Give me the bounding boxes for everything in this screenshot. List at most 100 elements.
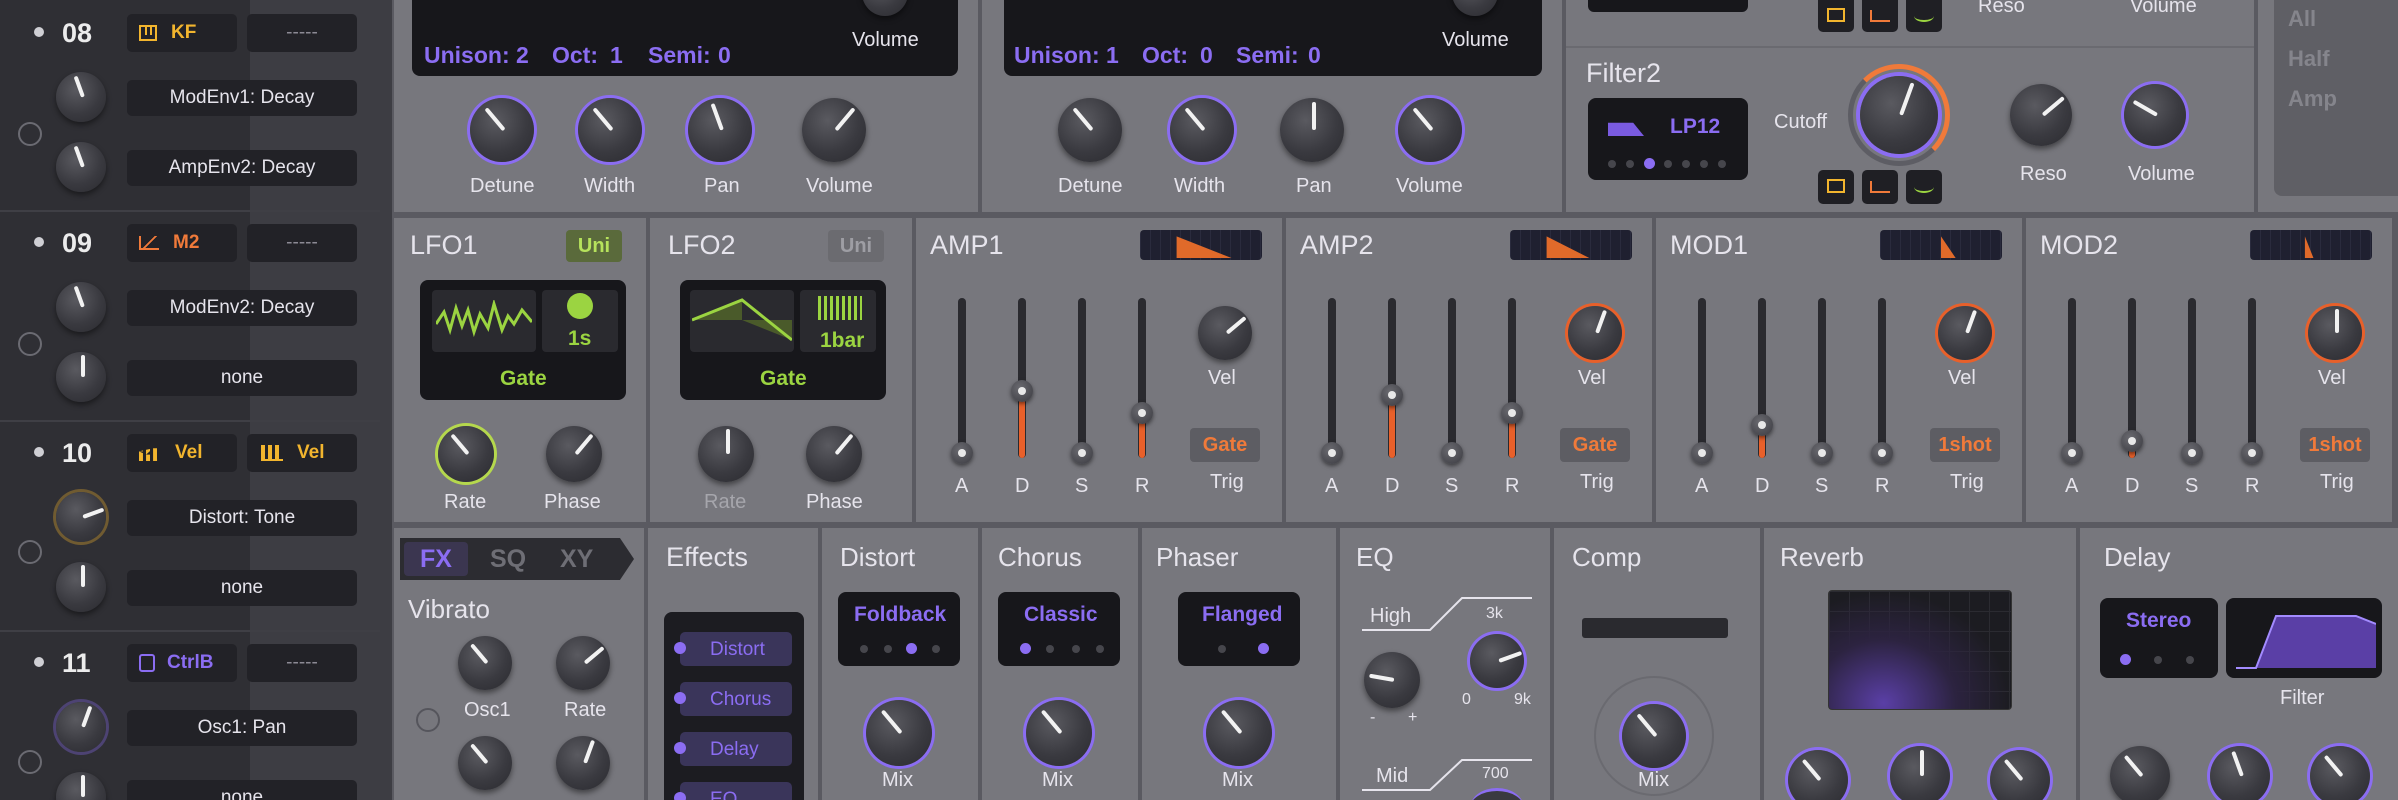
env-trig-button[interactable]: 1shot (1930, 428, 2000, 462)
slot-enable-dot[interactable] (34, 27, 44, 37)
env-trig-button[interactable]: Gate (1190, 428, 1260, 462)
env-slider-s[interactable] (1818, 298, 1826, 458)
mode-all[interactable]: All (2288, 8, 2316, 30)
eq-high-gain-knob[interactable] (1364, 652, 1420, 708)
mod-target-1[interactable]: Distort: Tone (127, 500, 357, 536)
mod-amount-knob[interactable] (56, 702, 106, 752)
env-slider-r[interactable] (1878, 298, 1886, 458)
filter2-cutoff-knob[interactable] (1860, 76, 1938, 154)
vibrato-depth-knob[interactable] (556, 736, 610, 790)
env-slider-a[interactable] (1698, 298, 1706, 458)
filter1-env-button[interactable] (1862, 0, 1898, 32)
osc1-width-knob[interactable] (578, 98, 642, 162)
osc1-unison[interactable]: Unison: 2 (424, 44, 529, 67)
env-slider-thumb[interactable] (1691, 442, 1713, 464)
env-slider-a[interactable] (2068, 298, 2076, 458)
slot-enable-dot[interactable] (34, 447, 44, 457)
slot-source-2[interactable]: ----- (247, 644, 357, 682)
env-slider-r[interactable] (2248, 298, 2256, 458)
mod-amount-knob[interactable] (56, 562, 106, 612)
vibrato-osc1-knob[interactable] (458, 636, 512, 690)
osc2-pan-knob[interactable] (1280, 98, 1344, 162)
lfo1-uni-badge[interactable]: Uni (566, 230, 622, 262)
mod-target-1[interactable]: Osc1: Pan (127, 710, 357, 746)
slot-source-1[interactable]: M2 (127, 224, 237, 262)
lfo2-rate-knob[interactable] (698, 426, 754, 482)
osc2-semi-value[interactable]: 0 (1308, 44, 1321, 67)
env-slider-a[interactable] (1328, 298, 1336, 458)
tab-xy[interactable]: XY (560, 547, 593, 572)
mod-amount-knob[interactable] (56, 282, 106, 332)
env-slider-thumb[interactable] (2121, 430, 2143, 452)
drag-handle-icon[interactable] (674, 792, 686, 800)
mode-half[interactable]: Half (2288, 48, 2330, 70)
slot-enable-dot[interactable] (34, 657, 44, 667)
vibrato-osc2-knob[interactable] (458, 736, 512, 790)
comp-mix-knob[interactable] (1622, 704, 1686, 768)
env-slider-thumb[interactable] (951, 442, 973, 464)
env-trig-button[interactable]: 1shot (2300, 428, 2370, 462)
osc1-volume-knob[interactable] (802, 98, 866, 162)
eq-high-freq-knob[interactable] (1470, 634, 1524, 688)
filter2-env-button[interactable] (1862, 170, 1898, 204)
phaser-mix-knob[interactable] (1206, 700, 1272, 766)
env-slider-thumb[interactable] (1071, 442, 1093, 464)
slot-source-1[interactable]: KF (127, 14, 237, 52)
env-vel-knob[interactable] (2308, 306, 2362, 360)
osc1-pan-knob[interactable] (688, 98, 752, 162)
osc1-oct-value[interactable]: 1 (610, 44, 623, 67)
env-slider-thumb[interactable] (2241, 442, 2263, 464)
env-slider-a[interactable] (958, 298, 966, 458)
mod-target-2[interactable]: none (127, 780, 357, 800)
filter2-lfo-button[interactable] (1906, 170, 1942, 204)
osc2-width-knob[interactable] (1170, 98, 1234, 162)
osc2-volume-knob[interactable] (1398, 98, 1462, 162)
env-vel-knob[interactable] (1938, 306, 1992, 360)
env-slider-thumb[interactable] (1811, 442, 1833, 464)
env-slider-thumb[interactable] (1871, 442, 1893, 464)
mod-amount-knob[interactable] (56, 352, 106, 402)
env-vel-knob[interactable] (1198, 306, 1252, 360)
delay-time-knob[interactable] (2110, 746, 2170, 800)
slot-source-1[interactable]: CtrlB (127, 644, 237, 682)
drag-handle-icon[interactable] (674, 742, 686, 754)
env-slider-s[interactable] (2188, 298, 2196, 458)
slot-source-2[interactable]: Vel (247, 434, 357, 472)
link-icon[interactable] (18, 332, 42, 356)
reverb-display[interactable] (1828, 590, 2012, 710)
filter2-reso-knob[interactable] (2010, 84, 2072, 146)
mode-amp[interactable]: Amp (2288, 88, 2337, 110)
mod-target-2[interactable]: AmpEnv2: Decay (127, 150, 357, 186)
tab-fx[interactable]: FX (420, 547, 452, 572)
osc2-unison[interactable]: Unison: 1 (1014, 44, 1119, 67)
osc1-detune-knob[interactable] (470, 98, 534, 162)
env-slider-thumb[interactable] (2061, 442, 2083, 464)
drag-handle-icon[interactable] (674, 692, 686, 704)
lfo1-rate-knob[interactable] (438, 426, 494, 482)
filter1-keytrack-button[interactable] (1818, 0, 1854, 32)
lfo2-mode[interactable]: Gate (760, 368, 807, 389)
osc2-oct-value[interactable]: 0 (1200, 44, 1213, 67)
link-icon[interactable] (18, 750, 42, 774)
filter2-keytrack-button[interactable] (1818, 170, 1854, 204)
chorus-mix-knob[interactable] (1026, 700, 1092, 766)
distort-mix-knob[interactable] (866, 700, 932, 766)
mod-amount-knob[interactable] (56, 142, 106, 192)
env-slider-thumb[interactable] (1011, 380, 1033, 402)
env-slider-thumb[interactable] (1321, 442, 1343, 464)
vibrato-rate-knob[interactable] (556, 636, 610, 690)
env-vel-knob[interactable] (1568, 306, 1622, 360)
lfo1-phase-knob[interactable] (546, 426, 602, 482)
slot-enable-dot[interactable] (34, 237, 44, 247)
env-slider-thumb[interactable] (1751, 414, 1773, 436)
slot-source-2[interactable]: ----- (247, 224, 357, 262)
env-trig-button[interactable]: Gate (1560, 428, 1630, 462)
link-icon[interactable] (18, 540, 42, 564)
mod-target-2[interactable]: none (127, 360, 357, 396)
env-slider-thumb[interactable] (1381, 384, 1403, 406)
mod-target-1[interactable]: ModEnv2: Decay (127, 290, 357, 326)
filter2-volume-knob[interactable] (2124, 84, 2186, 146)
mod-target-2[interactable]: none (127, 570, 357, 606)
osc1-semi-value[interactable]: 0 (718, 44, 731, 67)
delay-feedback-knob[interactable] (2210, 746, 2270, 800)
